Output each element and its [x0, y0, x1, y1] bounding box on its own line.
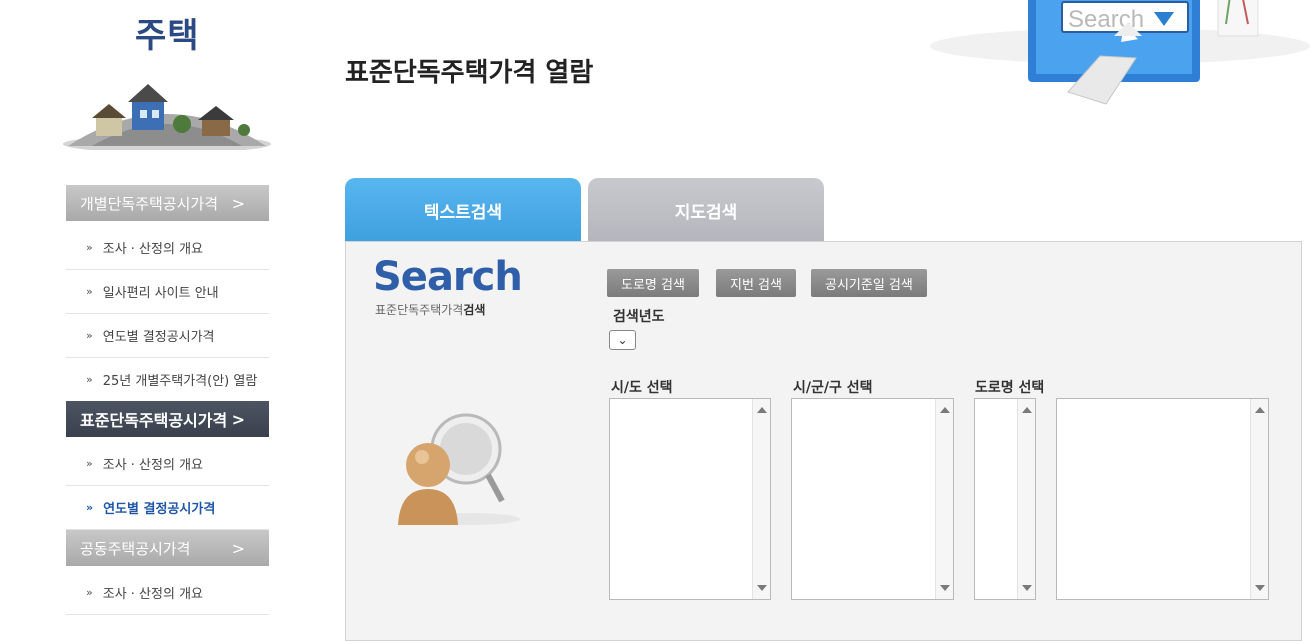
menu-item-label: 일사편리 사이트 안내 — [102, 286, 219, 301]
menu-item-25-draft[interactable]: » 25년 개별주택가격(안) 열람 — [66, 358, 269, 402]
chevron-right-icon: > — [231, 538, 245, 558]
menu-section-label: 공동주택공시가격 — [80, 539, 191, 558]
bullet-icon: » — [86, 501, 94, 514]
bullet-icon: » — [86, 241, 93, 254]
scroll-down-icon[interactable] — [940, 585, 950, 591]
bullet-icon: » — [86, 373, 93, 386]
menu-apartment-price[interactable]: 공동주택공시가격 > — [66, 530, 269, 566]
menu-standard-house-price[interactable]: 표준단독주택공시가격 > — [66, 401, 269, 437]
road-initial-listbox[interactable] — [974, 398, 1036, 600]
search-subtitle-main: 표준단독주택가격 — [375, 303, 464, 317]
announcement-date-search-button[interactable]: 공시기준일 검색 — [811, 269, 927, 297]
scroll-down-icon[interactable] — [1255, 585, 1265, 591]
bullet-icon: » — [86, 457, 93, 470]
sigungu-listbox[interactable] — [791, 398, 954, 600]
menu-individual-house-price[interactable]: 개별단독주택공시가격 > — [66, 185, 269, 221]
sido-listbox[interactable] — [609, 398, 771, 600]
chevron-down-icon: ⌄ — [617, 333, 628, 347]
search-logo: Search — [373, 254, 523, 300]
bullet-icon: » — [86, 329, 93, 342]
menu-item-label: 연도별 결정공시가격 — [102, 330, 215, 345]
scroll-up-icon[interactable] — [1255, 407, 1265, 413]
menu-item-label: 연도별 결정공시가격 — [103, 502, 216, 517]
sidebar-title: 주택 — [135, 16, 200, 56]
menu-item-ilsa-site[interactable]: » 일사편리 사이트 안내 — [66, 270, 269, 314]
lot-number-search-button[interactable]: 지번 검색 — [716, 269, 796, 297]
page-title: 표준단독주택가격 열람 — [345, 58, 594, 88]
road-name-search-button[interactable]: 도로명 검색 — [607, 269, 699, 297]
listbox-scrollbar[interactable] — [935, 399, 953, 599]
menu-item-yearly-price[interactable]: » 연도별 결정공시가격 — [66, 314, 269, 358]
person-magnifier-illustration — [398, 413, 520, 525]
tab-map-search[interactable]: 지도검색 — [588, 178, 824, 242]
scroll-up-icon[interactable] — [940, 407, 950, 413]
sido-label: 시/도 선택 — [611, 380, 673, 396]
menu-item-survey-overview[interactable]: » 조사 · 산정의 개요 — [66, 571, 269, 615]
scroll-down-icon[interactable] — [1022, 585, 1032, 591]
menu-item-label: 조사 · 산정의 개요 — [102, 242, 203, 257]
scroll-up-icon[interactable] — [1022, 407, 1032, 413]
sigungu-label: 시/군/구 선택 — [793, 380, 873, 396]
search-year-label: 검색년도 — [613, 309, 665, 325]
houses-illustration — [63, 84, 271, 150]
road-name-listbox[interactable] — [1056, 398, 1269, 600]
menu-item-yearly-price-current[interactable]: » 연도별 결정공시가격 — [66, 486, 269, 530]
scroll-down-icon[interactable] — [757, 585, 767, 591]
menu-item-survey-overview[interactable]: » 조사 · 산정의 개요 — [66, 442, 269, 486]
scroll-up-icon[interactable] — [757, 407, 767, 413]
bullet-icon: » — [86, 285, 93, 298]
menu-section-label: 개별단독주택공시가격 — [80, 194, 219, 213]
chevron-right-icon: > — [231, 193, 245, 213]
listbox-scrollbar[interactable] — [1250, 399, 1268, 599]
menu-item-survey-overview[interactable]: » 조사 · 산정의 개요 — [66, 226, 269, 270]
road-name-label: 도로명 선택 — [975, 380, 1045, 396]
menu-item-label: 조사 · 산정의 개요 — [102, 458, 203, 473]
bullet-icon: » — [86, 586, 93, 599]
search-subtitle: 표준단독주택가격검색 — [375, 301, 485, 318]
menu-section-label: 표준단독주택공시가격 — [80, 411, 228, 430]
sidebar: 주택 개별단독주택공시가격 > » 조사 · 산정의 개요 » 일사편리 사이트… — [0, 0, 300, 630]
chevron-right-icon: > — [231, 409, 245, 429]
listbox-scrollbar[interactable] — [1017, 399, 1035, 599]
search-monitor-illustration: Search — [930, 0, 1310, 105]
menu-item-label: 조사 · 산정의 개요 — [102, 587, 203, 602]
menu-item-label: 25년 개별주택가격(안) 열람 — [102, 374, 258, 389]
search-subtitle-bold: 검색 — [463, 303, 486, 317]
tab-text-search[interactable]: 텍스트검색 — [345, 178, 581, 242]
search-year-select[interactable]: ⌄ — [609, 330, 636, 350]
listbox-scrollbar[interactable] — [752, 399, 770, 599]
